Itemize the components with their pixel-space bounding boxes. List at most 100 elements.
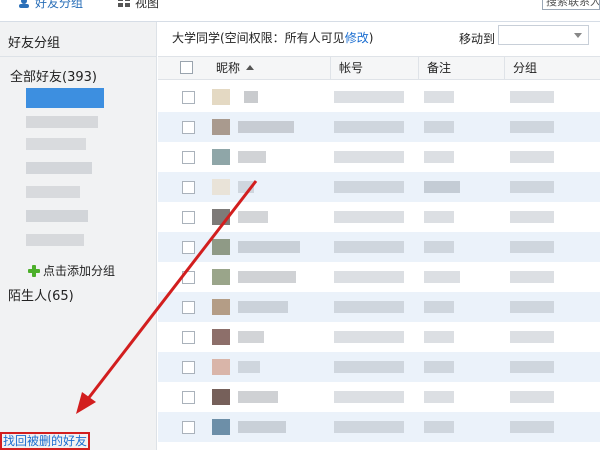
row-checkbox[interactable] (182, 91, 195, 104)
nickname-cell (238, 391, 278, 403)
tab-friend-groups-label: 好友分组 (35, 0, 84, 10)
group-cell (510, 121, 554, 133)
avatar (212, 269, 230, 285)
add-group-button[interactable]: 点击添加分组 (28, 262, 115, 279)
table-row[interactable] (158, 82, 600, 112)
account-cell (334, 331, 404, 343)
table-row[interactable] (158, 352, 600, 382)
remark-cell (424, 331, 454, 343)
tab-view[interactable]: 视图 (118, 0, 159, 10)
select-all-checkbox[interactable] (180, 61, 193, 74)
avatar (212, 119, 230, 135)
avatar (212, 149, 230, 165)
nickname-cell (244, 91, 258, 103)
remark-cell (424, 421, 454, 433)
group-item[interactable] (26, 182, 106, 202)
group-all-friends[interactable]: 全部好友(393) (10, 66, 97, 85)
group-cell (510, 361, 554, 373)
remark-cell (424, 241, 454, 253)
account-cell (334, 181, 404, 193)
grid-icon (118, 0, 131, 8)
remark-cell (424, 391, 454, 403)
table-row[interactable] (158, 172, 600, 202)
row-checkbox[interactable] (182, 301, 195, 314)
nickname-cell (238, 151, 266, 163)
group-cell (510, 421, 554, 433)
row-checkbox[interactable] (182, 361, 195, 374)
row-checkbox[interactable] (182, 271, 195, 284)
group-item[interactable] (26, 158, 106, 178)
group-item[interactable] (26, 206, 106, 226)
table-row[interactable] (158, 262, 600, 292)
group-cell (510, 271, 554, 283)
sidebar: 好友分组 全部好友(393) 点击添加分组 陌生人(65) 找回被删的好友 (0, 22, 157, 450)
remark-cell (424, 361, 454, 373)
group-item-name (26, 162, 92, 174)
avatar (212, 89, 230, 105)
group-permission-text: 大学同学(空间权限：所有人可见 (172, 31, 345, 45)
table-row[interactable] (158, 382, 600, 412)
modify-link[interactable]: 修改 (345, 31, 369, 45)
row-checkbox[interactable] (182, 151, 195, 164)
column-header-group[interactable]: 分组 (504, 57, 600, 79)
group-item[interactable] (26, 230, 106, 250)
group-item-name (26, 88, 104, 108)
account-cell (334, 241, 404, 253)
column-header-remark[interactable]: 备注 (418, 57, 504, 79)
row-checkbox[interactable] (182, 211, 195, 224)
account-cell (334, 211, 404, 223)
row-checkbox[interactable] (182, 391, 195, 404)
table-row[interactable] (158, 412, 600, 442)
nickname-cell (238, 301, 288, 313)
account-cell (334, 91, 404, 103)
chevron-down-icon (574, 33, 582, 38)
add-group-label: 点击添加分组 (43, 264, 116, 278)
group-cell (510, 91, 554, 103)
column-header-nickname[interactable]: 昵称 (208, 57, 330, 79)
tab-friend-groups[interactable]: 好友分组 (18, 0, 83, 10)
remark-cell (424, 301, 454, 313)
nickname-cell (238, 181, 254, 193)
plus-icon (28, 264, 40, 277)
group-item-name (26, 210, 88, 222)
account-cell (334, 271, 404, 283)
sidebar-title: 好友分组 (8, 36, 61, 51)
group-item[interactable] (26, 134, 106, 154)
group-item-name (26, 234, 84, 246)
table-row[interactable] (158, 202, 600, 232)
avatar (212, 419, 230, 435)
account-cell (334, 301, 404, 313)
table-row[interactable] (158, 292, 600, 322)
group-strangers[interactable]: 陌生人(65) (8, 285, 74, 304)
table-row[interactable] (158, 142, 600, 172)
table-row[interactable] (158, 112, 600, 142)
account-cell (334, 121, 404, 133)
avatar (212, 359, 230, 375)
avatar (212, 209, 230, 225)
row-checkbox[interactable] (182, 421, 195, 434)
nickname-cell (238, 361, 260, 373)
row-checkbox[interactable] (182, 241, 195, 254)
search-input[interactable]: 搜索联系人 (542, 0, 600, 10)
main-panel: 大学同学(空间权限：所有人可见修改) 移动到 昵称 帐号 备注 分组 (158, 22, 600, 450)
table-row[interactable] (158, 322, 600, 352)
avatar (212, 329, 230, 345)
account-cell (334, 391, 404, 403)
recover-deleted-friends-link[interactable]: 找回被删的好友 (0, 432, 91, 450)
group-item[interactable] (26, 112, 106, 132)
group-cell (510, 211, 554, 223)
group-cell (510, 241, 554, 253)
move-to-select[interactable] (498, 25, 589, 45)
table-row[interactable] (158, 232, 600, 262)
row-checkbox[interactable] (182, 121, 195, 134)
nickname-cell (238, 241, 300, 253)
remark-cell (424, 181, 460, 193)
row-checkbox[interactable] (182, 181, 195, 194)
row-checkbox[interactable] (182, 331, 195, 344)
group-item-selected[interactable] (26, 88, 106, 108)
column-header-account[interactable]: 帐号 (330, 57, 418, 79)
account-cell (334, 361, 404, 373)
group-cell (510, 391, 554, 403)
group-cell (510, 331, 554, 343)
remark-cell (424, 271, 460, 283)
